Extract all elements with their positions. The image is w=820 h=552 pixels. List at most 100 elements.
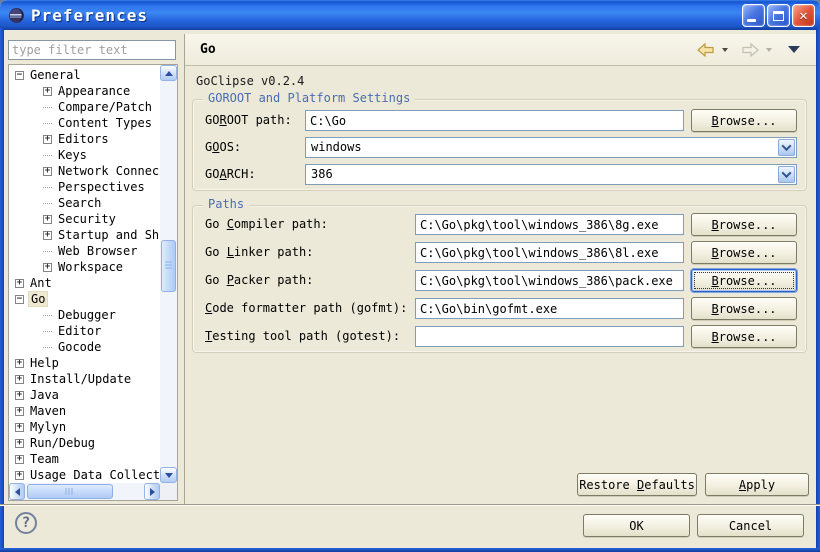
tree-item-label: Startup and Shu — [56, 228, 159, 242]
tree-item[interactable]: Search — [10, 195, 159, 211]
tree-item[interactable]: +Security — [10, 211, 159, 227]
minimize-button[interactable] — [742, 4, 765, 27]
scroll-up-button[interactable] — [160, 65, 177, 81]
tree-item[interactable]: +Network Connect — [10, 163, 159, 179]
path-field-label: Go Compiler path: — [205, 217, 328, 231]
expand-icon[interactable]: + — [15, 391, 24, 400]
tree-item[interactable]: +Maven — [10, 403, 159, 419]
tree-item[interactable]: +Install/Update — [10, 371, 159, 387]
close-button[interactable]: ✕ — [792, 4, 815, 27]
cancel-button[interactable]: Cancel — [697, 514, 804, 537]
forward-history-dropdown[interactable] — [766, 48, 772, 52]
goroot-path-label: GOROOT path: — [205, 113, 292, 127]
tree-item[interactable]: +Workspace — [10, 259, 159, 275]
footer-separator — [0, 504, 820, 505]
goos-combo[interactable]: windows — [305, 137, 797, 158]
expand-icon[interactable]: + — [43, 135, 52, 144]
expand-icon[interactable]: + — [15, 471, 24, 480]
tree-item[interactable]: +Mylyn — [10, 419, 159, 435]
forward-button[interactable] — [740, 42, 760, 58]
tree-item-label: Web Browser — [56, 244, 139, 258]
expand-icon[interactable]: + — [15, 439, 24, 448]
maximize-icon — [773, 11, 784, 21]
tree-item[interactable]: + Usage Data Collect — [10, 467, 159, 483]
goarch-combo[interactable]: 386 — [305, 164, 797, 185]
apply-button[interactable]: Apply — [705, 473, 809, 496]
path-input[interactable] — [415, 298, 684, 319]
help-button[interactable]: ? — [15, 512, 37, 534]
tree-connector — [43, 251, 52, 252]
tree-item-label: Usage Data Collect — [28, 468, 159, 482]
tree-item[interactable]: Compare/Patch — [10, 99, 159, 115]
horizontal-scroll-thumb[interactable] — [27, 484, 113, 499]
expand-icon[interactable]: + — [15, 407, 24, 416]
tree-item[interactable]: +Ant — [10, 275, 159, 291]
filter-input[interactable] — [8, 40, 176, 60]
tree-connector — [43, 187, 52, 188]
collapse-icon[interactable]: − — [15, 295, 24, 304]
path-input[interactable] — [415, 242, 684, 263]
tree-item[interactable]: Web Browser — [10, 243, 159, 259]
tree-item[interactable]: +Appearance — [10, 83, 159, 99]
browse-button[interactable]: Browse... — [691, 213, 797, 236]
dropdown-arrow-button[interactable] — [778, 139, 795, 156]
tree-item[interactable]: Debugger — [10, 307, 159, 323]
goroot-browse-button[interactable]: Browse... — [691, 109, 797, 132]
tree-item[interactable]: + Team — [10, 451, 159, 467]
scroll-down-button[interactable] — [160, 467, 177, 483]
tree-item[interactable]: +Editors — [10, 131, 159, 147]
version-label: GoClipse v0.2.4 — [196, 74, 304, 88]
browse-button[interactable]: Browse... — [691, 297, 797, 320]
path-input[interactable] — [415, 214, 684, 235]
tree-horizontal-scrollbar[interactable] — [9, 483, 160, 500]
tree-item[interactable]: + Run/Debug — [10, 435, 159, 451]
goos-value: windows — [311, 140, 362, 154]
maximize-button[interactable] — [767, 4, 790, 27]
tree-item-label: Keys — [56, 148, 89, 162]
dropdown-arrow-button[interactable] — [778, 166, 795, 183]
vertical-scroll-thumb[interactable] — [161, 240, 176, 292]
expand-icon[interactable]: + — [15, 359, 24, 368]
tree-item-label: Run/Debug — [28, 436, 97, 450]
browse-button[interactable]: Browse... — [691, 269, 797, 292]
scroll-right-button[interactable] — [144, 483, 160, 500]
titlebar[interactable]: Preferences ✕ — [0, 0, 820, 30]
scroll-left-button[interactable] — [9, 483, 25, 500]
browse-button[interactable]: Browse... — [691, 241, 797, 264]
view-menu-button[interactable] — [788, 46, 800, 53]
expand-icon[interactable]: + — [15, 455, 24, 464]
back-button[interactable] — [696, 42, 716, 58]
collapse-icon[interactable]: − — [15, 71, 24, 80]
browse-button[interactable]: Browse... — [691, 325, 797, 348]
expand-icon[interactable]: + — [15, 279, 24, 288]
tree-item[interactable]: −General — [10, 67, 159, 83]
expand-icon[interactable]: + — [43, 87, 52, 96]
preferences-tree[interactable]: −General+AppearanceCompare/PatchContent … — [8, 64, 178, 501]
path-input[interactable] — [415, 270, 684, 291]
expand-icon[interactable]: + — [15, 423, 24, 432]
tree-item[interactable]: +Java — [10, 387, 159, 403]
expand-icon[interactable]: + — [43, 215, 52, 224]
path-input[interactable] — [415, 326, 684, 347]
restore-defaults-button[interactable]: Restore Defaults — [577, 473, 697, 496]
minimize-icon — [747, 19, 756, 22]
goroot-path-input[interactable] — [305, 110, 684, 131]
goarch-label: GOARCH: — [205, 167, 256, 181]
back-history-dropdown[interactable] — [722, 48, 728, 52]
ok-button[interactable]: OK — [583, 514, 690, 537]
tree-vertical-scrollbar[interactable] — [160, 65, 177, 483]
expand-icon[interactable]: + — [43, 263, 52, 272]
expand-icon[interactable]: + — [43, 231, 52, 240]
tree-item[interactable]: Editor — [10, 323, 159, 339]
tree-item[interactable]: Perspectives — [10, 179, 159, 195]
expand-icon[interactable]: + — [15, 375, 24, 384]
tree-item[interactable]: Content Types — [10, 115, 159, 131]
expand-icon[interactable]: + — [43, 167, 52, 176]
tree-item[interactable]: Gocode — [10, 339, 159, 355]
tree-item[interactable]: + Startup and Shu — [10, 227, 159, 243]
tree-item[interactable]: Keys — [10, 147, 159, 163]
tree-item[interactable]: +Help — [10, 355, 159, 371]
page-header: Go — [185, 34, 816, 66]
tree-item[interactable]: −Go — [10, 291, 159, 307]
tree-item-label: Team — [28, 452, 61, 466]
